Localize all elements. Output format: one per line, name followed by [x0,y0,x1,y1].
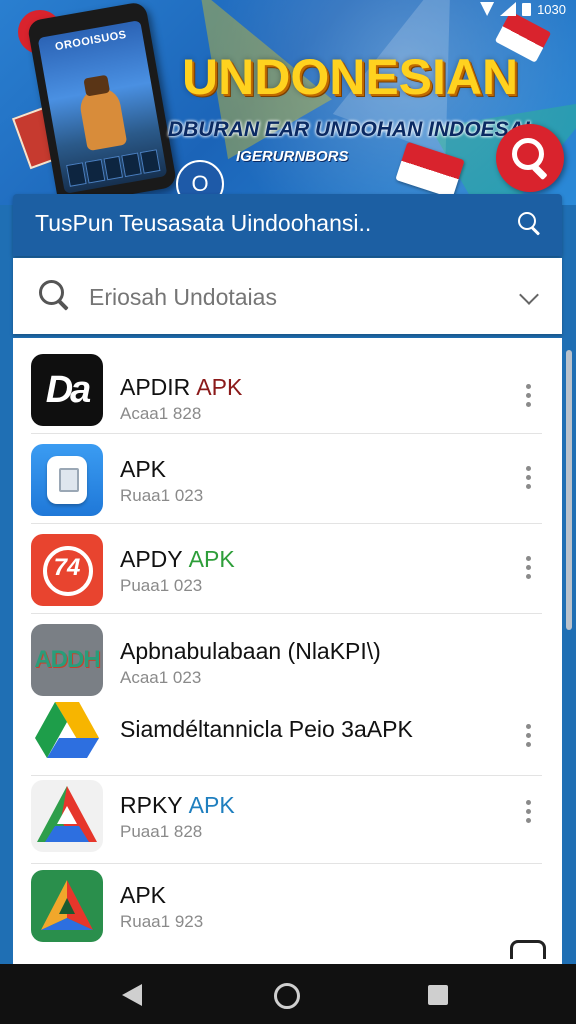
status-bar: 1030 [480,0,566,18]
back-button[interactable] [122,984,142,1006]
app-version: Acaa1 023 [120,668,202,687]
divider [31,523,542,524]
banner-subtitle-2: IGERURNBORS [236,148,349,165]
more-options-icon[interactable] [526,800,532,824]
signal-icon [500,2,517,16]
more-options-icon[interactable] [526,556,532,580]
apk-tag: APK [196,374,243,400]
app-name: APDIR APK [120,374,243,400]
app-version: Acaa1 828 [120,404,202,423]
green-triangle-icon [31,870,103,942]
search-icon [39,280,73,314]
da-logo-icon: Da [31,354,103,426]
divider [31,433,542,434]
app-version: Puaa1 023 [120,576,203,595]
search-input[interactable] [89,284,469,311]
app-name: Siamdéltannicla Peio 3aAPK [120,716,413,742]
app-name: APK [120,456,167,482]
game-character-illustration [77,85,128,152]
navigation-bar [0,964,576,1024]
banner-subtitle: DBURAN EAR UNDOHAN INDOESAI [168,118,530,141]
list-item[interactable]: APK Ruaa1 923 [13,864,562,952]
app-version: Ruaa1 023 [120,486,204,505]
more-options-icon[interactable] [526,466,532,490]
battery-icon [522,2,532,16]
divider [31,613,542,614]
scrollbar[interactable] [566,350,572,630]
list-item[interactable]: Da APDIR APK Acaa1 828 [13,346,562,434]
apk-tag: APK [188,792,235,818]
archive-icon: ADDH [31,624,103,696]
list-item[interactable]: APK Ruaa1 023 [13,436,562,524]
banner-title: UNDONESIAN [182,49,519,105]
loop-icon [510,940,546,959]
status-time: 1030 [537,1,566,17]
list-item[interactable]: RPKY APK Puaa1 828 [13,776,562,864]
app-name: RPKY APK [120,792,235,818]
recent-apps-button[interactable] [428,985,448,1005]
phone-title: OROOISUOS [54,28,128,54]
search-bar[interactable] [13,258,562,334]
home-button[interactable] [274,983,300,1009]
list-item[interactable]: Siamdéltannicla Peio 3aAPK [13,698,562,776]
search-icon[interactable] [518,212,544,238]
more-options-icon[interactable] [526,384,532,408]
phone-grid [66,149,161,187]
more-options-icon[interactable] [526,724,532,748]
list-item[interactable]: 74 APDY APK Puaa1 023 [13,526,562,614]
app-header: TusPun Teusasata Uindoohansi.. [13,194,562,256]
app-name: APDY APK [120,546,235,572]
app-version: Puaa1 828 [120,822,203,841]
wifi-icon [480,2,495,16]
banner-search-icon [496,124,564,192]
chevron-down-icon[interactable] [519,285,539,305]
phone-screen: OROOISUOS [37,20,168,194]
page-title: TusPun Teusasata Uindoohansi.. [35,210,372,236]
refresh-icon: 74 [31,534,103,606]
app-list: Da APDIR APK Acaa1 828 APK Ruaa1 023 74 A… [13,338,562,964]
drive-triangle-icon [31,780,103,852]
list-item[interactable]: ADDH Apbnabulabaan (NlaKPI\) Acaa1 023 [13,616,562,702]
google-drive-icon [31,698,103,770]
app-name: APK [120,882,167,908]
app-name: Apbnabulabaan (NlaKPI\) [120,638,381,664]
promo-banner[interactable]: OROOISUOS UNDONESIAN DBURAN EAR UNDOHAN … [0,0,576,205]
apk-file-icon [31,444,103,516]
apk-tag: APK [188,546,235,572]
app-version: Ruaa1 923 [120,912,204,931]
